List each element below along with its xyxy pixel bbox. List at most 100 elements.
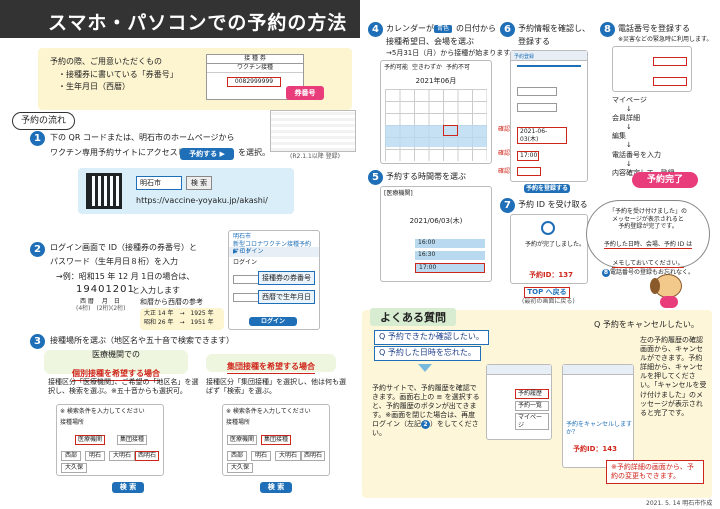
confirm-field-1: [517, 87, 557, 96]
faq-a1: 予約サイトで、予約履歴を確認できます。画面右上の ≡ を選択すると、予約履歴のボ…: [372, 384, 482, 439]
time-date: 2021/06/03(木): [409, 216, 463, 225]
area-4[interactable]: 西明石: [135, 451, 160, 461]
step-2-text-2: パスワード（生年月日８桁）を入力: [50, 257, 178, 266]
slot-3[interactable]: 17:00: [415, 263, 485, 273]
step-5-text: 予約する時間帯を選ぶ: [386, 172, 466, 181]
login-label: ログイン: [233, 258, 258, 266]
cancel-header: [563, 365, 633, 375]
search-input[interactable]: 明石市: [136, 176, 182, 190]
slot-2[interactable]: 16:30: [415, 251, 485, 260]
reserve-button-label: 予約する: [189, 150, 218, 158]
step-2-example-2: と入力します: [132, 286, 180, 295]
top-button[interactable]: TOP へ戻る: [524, 287, 570, 299]
era-1: 大正 14 年 → 1925 年: [144, 310, 214, 317]
faq-note: ※予約詳細の画面から、予約の変更もできます。: [606, 460, 704, 485]
cancel-id: 予約ID：143: [573, 445, 618, 453]
mypage-item-2[interactable]: [653, 77, 687, 86]
reservation-id: 予約ID：137: [529, 271, 574, 279]
group-area-3[interactable]: 大明石: [275, 451, 302, 461]
confirm-tag-3: 確認: [498, 168, 511, 175]
calendar-screen: 予約可能 空きわずか 予約不可 2021年06月: [380, 60, 492, 164]
group-area-4[interactable]: 西明石: [301, 451, 326, 461]
reserve-button[interactable]: 予約する ▶: [180, 148, 234, 160]
area-3[interactable]: 大明石: [109, 451, 136, 461]
step-2-example-1: →例：昭和15 年 12 月 1日の場合は、: [56, 272, 195, 281]
step-2-example-num: 19401201: [76, 284, 135, 295]
step-4-badge: 青色: [434, 25, 453, 33]
step-6-text-1: 予約情報を確認し、: [518, 24, 590, 33]
ticket-badge: 券番号: [286, 86, 324, 100]
faq-title: よくある質問: [370, 308, 456, 326]
faq-q1a: Q 予約できたか確認したい。: [374, 330, 489, 345]
calendar-legend: 予約可能 空きわずか 予約不可: [381, 61, 491, 75]
id-field[interactable]: [233, 275, 259, 284]
calendar-selected-day[interactable]: [443, 125, 458, 136]
calendar-grid: [385, 89, 487, 161]
history-menu-3[interactable]: マイページ: [515, 413, 549, 430]
time-screen: [医療機関] 2021/06/03(木) 16:00 16:30 17:00: [380, 186, 492, 282]
complete-check-icon: [541, 221, 555, 235]
bubble-l3: 予約登録が完了です。: [618, 223, 678, 230]
step-4-text-3: 接種希望日、会場を選ぶ: [386, 37, 474, 46]
slot-1[interactable]: 16:00: [415, 239, 485, 248]
step-8-text: 電話番号を登録する: [618, 24, 690, 33]
step-2-number: 2: [30, 242, 45, 257]
prep-lead: 予約の際、ご用意いただくもの: [50, 57, 162, 66]
group-option-medical[interactable]: 医療機関: [227, 435, 258, 445]
individual-search-panel: ※ 検索条件を入力してください 接種場所 医療機関 集団接種 西部 明石 大明石…: [56, 404, 164, 476]
step-3-number: 3: [30, 334, 45, 349]
group-search-label: 接種場所: [226, 418, 251, 426]
confirm-screen: 予約登録 2021-06-03(木) 17:00: [510, 50, 588, 182]
mypage-screen: [612, 46, 692, 92]
group-area-1[interactable]: 西部: [227, 451, 248, 461]
search-button[interactable]: 検 索: [186, 176, 212, 190]
menu-5: 編集: [612, 132, 626, 141]
individual-search-button[interactable]: 検 索: [112, 482, 144, 493]
individual-option-medical[interactable]: 医療機関: [75, 435, 106, 445]
individual-search-note: ※ 検索条件を入力してください: [60, 408, 145, 415]
step-4-text-1: カレンダーが: [386, 24, 434, 33]
flow-label: 予約の流れ: [12, 112, 76, 131]
confirm-field-2: [517, 103, 557, 112]
history-menu-1[interactable]: 予約履歴: [515, 389, 549, 399]
qr-code: [86, 173, 122, 209]
login-head: ▶ ログイン: [229, 247, 319, 257]
bubble-l6-num: 8: [601, 268, 610, 277]
cancel-screen: 予約をキャンセルしますか？ 予約ID：143: [562, 364, 634, 468]
cancel-question: 予約をキャンセルしますか？: [566, 421, 633, 436]
era-title: 和暦から西暦の参考: [140, 298, 203, 306]
faq-a2: 左の予約履歴の確認画面から、キャンセルができます。予約詳細から、キャンセルを押し…: [640, 336, 707, 417]
step-6-text-2: 登録する: [518, 37, 550, 46]
legend-full: 予約不可: [446, 64, 471, 71]
group-area-2[interactable]: 明石: [251, 451, 272, 461]
step-1-text-3: を選択。: [238, 148, 270, 157]
mypage-item-1[interactable]: [653, 57, 687, 66]
step-2-example-sub: (4桁) (2桁)(2桁): [76, 305, 126, 312]
legend-available: 予約可能: [384, 64, 409, 71]
group-area-5[interactable]: 大久保: [227, 463, 254, 473]
menu-3: 会員詳細: [612, 114, 640, 123]
group-option-group[interactable]: 集団接種: [261, 435, 292, 445]
area-2[interactable]: 明石: [85, 451, 106, 461]
faq-arrow: [418, 364, 432, 372]
ticket-number: 0082999999: [227, 77, 281, 87]
area-5[interactable]: 大久保: [61, 463, 88, 473]
history-menu-2[interactable]: 予約一覧: [515, 401, 549, 411]
faq-a1-num: 2: [421, 420, 430, 430]
login-button[interactable]: ログイン: [249, 317, 297, 326]
login-site-title: 明石市 新型コロナワクチン接種予約サイト: [233, 233, 312, 255]
step-1-text-1: 下の QR コードまたは、明石市のホームページから: [50, 133, 235, 142]
password-field[interactable]: [233, 293, 259, 302]
menu-4: ↓: [626, 123, 632, 132]
history-header: [487, 365, 551, 375]
site-url[interactable]: https://vaccine-yoyaku.jp/akashi/: [136, 196, 268, 207]
group-head-text: 集団接種を希望する場合: [227, 362, 315, 374]
individual-option-group[interactable]: 集団接種: [117, 435, 148, 445]
calendar-available-days: [385, 125, 487, 147]
group-search-button[interactable]: 検 索: [260, 482, 292, 493]
faq-q2: Q 予約をキャンセルしたい。: [594, 320, 699, 329]
group-search-note: ※ 検索条件を入力してください: [226, 408, 311, 415]
register-button[interactable]: 予約を登録する: [524, 184, 570, 193]
bubble-l5: メモしておいてください。: [612, 259, 684, 268]
area-1[interactable]: 西部: [61, 451, 82, 461]
